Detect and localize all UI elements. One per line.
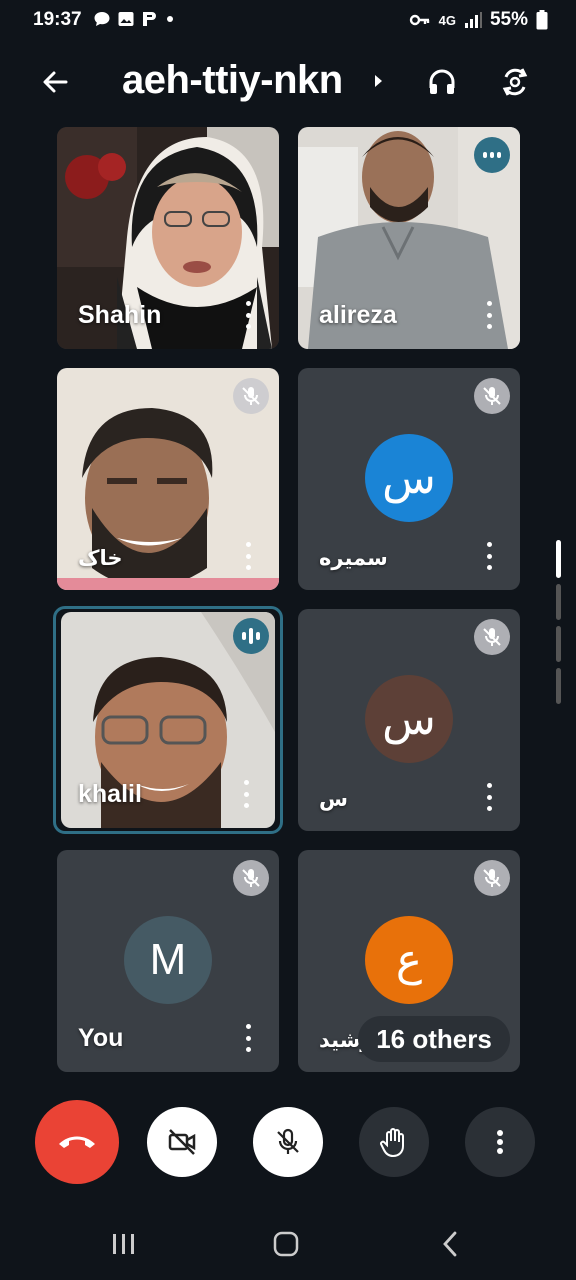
chevron-right-icon[interactable] bbox=[371, 72, 385, 90]
home-button[interactable] bbox=[266, 1222, 306, 1266]
chat-bubble-icon bbox=[94, 12, 110, 26]
participant-tile[interactable]: alireza bbox=[298, 127, 520, 349]
participant-name: Shahin bbox=[78, 301, 162, 329]
participant-name: خاک bbox=[78, 547, 123, 570]
participant-tile[interactable]: س سمیره bbox=[298, 368, 520, 590]
mic-off-icon bbox=[483, 387, 501, 405]
call-end-icon bbox=[59, 1136, 95, 1148]
more-options-button[interactable] bbox=[239, 301, 257, 329]
more-options-button[interactable] bbox=[239, 542, 257, 570]
more-options-button[interactable] bbox=[480, 783, 498, 811]
meeting-code[interactable]: aeh-ttiy-nkn bbox=[122, 58, 343, 103]
network-type: 4G bbox=[438, 12, 456, 28]
recents-icon bbox=[113, 1234, 134, 1254]
switch-camera-icon bbox=[502, 68, 528, 96]
mic-muted-indicator bbox=[474, 860, 510, 896]
arrow-back-icon bbox=[43, 71, 68, 93]
call-header: aeh-ttiy-nkn bbox=[0, 52, 576, 112]
mic-off-icon bbox=[483, 628, 501, 646]
headphones-icon bbox=[429, 69, 455, 94]
battery-percent: 55% bbox=[489, 9, 528, 30]
mic-muted-indicator bbox=[474, 619, 510, 655]
status-bar: 19:37 4G 55% bbox=[0, 0, 576, 42]
more-vert-icon bbox=[497, 1130, 503, 1154]
participant-tile[interactable]: س س bbox=[298, 609, 520, 831]
scroll-indicator bbox=[556, 626, 561, 662]
gallery-icon bbox=[118, 12, 134, 26]
signal-icon bbox=[464, 12, 482, 28]
mic-muted-indicator bbox=[233, 378, 269, 414]
recent-apps-button[interactable] bbox=[104, 1222, 144, 1266]
camera-toggle-button[interactable] bbox=[147, 1107, 217, 1177]
scroll-indicator-active[interactable] bbox=[556, 540, 561, 578]
participant-name: alireza bbox=[319, 301, 397, 329]
avatar: M bbox=[124, 916, 212, 1004]
mic-off-icon bbox=[277, 1128, 299, 1154]
avatar: س bbox=[365, 434, 453, 522]
participant-name: س bbox=[319, 788, 348, 811]
avatar: س bbox=[365, 675, 453, 763]
more-options-button[interactable] bbox=[237, 780, 255, 808]
audio-output-button[interactable] bbox=[422, 62, 462, 102]
dot-icon bbox=[167, 16, 173, 22]
more-options-button[interactable] bbox=[465, 1107, 535, 1177]
status-time: 19:37 bbox=[33, 9, 82, 30]
chevron-left-icon bbox=[443, 1231, 457, 1257]
hand-icon bbox=[380, 1128, 404, 1158]
speaking-indicator bbox=[474, 137, 510, 173]
more-options-button[interactable] bbox=[480, 301, 498, 329]
speaking-indicator bbox=[233, 618, 269, 654]
back-button[interactable] bbox=[35, 62, 75, 102]
switch-camera-button[interactable] bbox=[495, 62, 535, 102]
back-nav-button[interactable] bbox=[430, 1222, 470, 1266]
raise-hand-button[interactable] bbox=[359, 1107, 429, 1177]
participant-tile[interactable]: khalil bbox=[61, 612, 275, 828]
mic-off-icon bbox=[242, 387, 260, 405]
scroll-indicator bbox=[556, 584, 561, 620]
mic-off-icon bbox=[242, 869, 260, 887]
participant-tile[interactable]: Shahin bbox=[57, 127, 279, 349]
mic-toggle-button[interactable] bbox=[253, 1107, 323, 1177]
key-icon bbox=[409, 14, 429, 26]
app-notification-icon bbox=[143, 12, 156, 26]
more-options-button[interactable] bbox=[480, 542, 498, 570]
participant-name: You bbox=[78, 1024, 124, 1052]
participant-name: سمیره bbox=[319, 547, 388, 570]
participant-tile-self[interactable]: M You bbox=[57, 850, 279, 1072]
battery-icon bbox=[536, 10, 548, 30]
mic-off-icon bbox=[483, 869, 501, 887]
leave-call-button[interactable] bbox=[35, 1100, 119, 1184]
mic-muted-indicator bbox=[233, 860, 269, 896]
mic-muted-indicator bbox=[474, 378, 510, 414]
others-count-chip[interactable]: 16 others bbox=[358, 1016, 510, 1062]
more-options-button[interactable] bbox=[239, 1024, 257, 1052]
avatar: ع bbox=[365, 916, 453, 1004]
scroll-indicator bbox=[556, 668, 561, 704]
videocam-off-icon bbox=[168, 1129, 196, 1155]
home-icon bbox=[273, 1231, 299, 1257]
participant-name: khalil bbox=[78, 780, 142, 808]
participant-tile[interactable]: خاک bbox=[57, 368, 279, 590]
